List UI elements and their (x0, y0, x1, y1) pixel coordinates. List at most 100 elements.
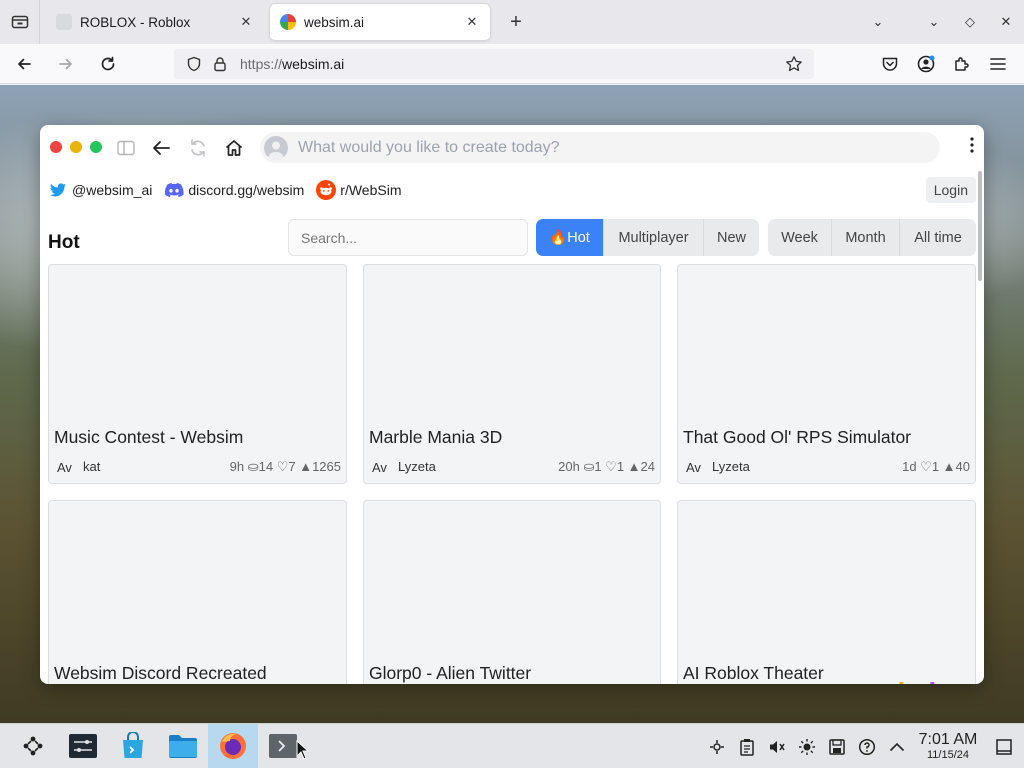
search-input[interactable] (301, 229, 511, 246)
project-card[interactable]: That Good Ol' RPS Simulator Av Lyzeta 1d… (677, 264, 976, 484)
task-firefox[interactable] (208, 723, 258, 768)
tray-volume[interactable] (762, 724, 792, 768)
volume-muted-icon (770, 740, 785, 753)
section-title: Hot (48, 232, 80, 253)
websim-window: @websim_ai discord.gg/websim r/WebSim Lo… (40, 125, 984, 684)
clock[interactable]: 7:01 AM 11/15/24 (912, 732, 984, 761)
new-tab-button[interactable]: + (498, 4, 534, 40)
more-options-icon[interactable] (970, 137, 974, 156)
mouse-cursor-icon (296, 740, 310, 760)
sidebar-toggle-icon[interactable] (114, 136, 138, 160)
tab-overview-button[interactable] (0, 0, 40, 44)
close-tab-icon[interactable]: ✕ (464, 14, 480, 30)
minimize-button[interactable]: ⌄ (916, 4, 952, 40)
application-launcher[interactable] (8, 724, 58, 768)
tab-title: ROBLOX - Roblox (80, 14, 191, 30)
prompt-bar[interactable] (260, 132, 940, 163)
help-icon (858, 738, 876, 755)
app-menu-button[interactable] (980, 48, 1016, 80)
tab-strip: ROBLOX - Roblox ✕ websim.ai ✕ + ⌄ ⌄ ◇ ✕ (0, 0, 1024, 44)
pocket-icon (882, 57, 898, 71)
task-terminal[interactable] (258, 724, 310, 768)
prompt-input[interactable] (298, 138, 898, 157)
bookmark-star-icon[interactable] (782, 52, 806, 76)
close-tab-icon[interactable]: ✕ (238, 14, 254, 30)
project-card[interactable]: AI Roblox Theater websim (677, 500, 976, 684)
author-avatar[interactable]: Av (372, 460, 387, 475)
task-discover[interactable] (108, 724, 158, 768)
close-window-button[interactable]: ✕ (988, 4, 1024, 40)
reload-button[interactable] (90, 48, 126, 80)
author-avatar[interactable]: Av (686, 460, 701, 475)
tray-expand[interactable] (882, 724, 912, 768)
author-name[interactable]: kat (83, 459, 100, 474)
address-bar[interactable]: https://websim.ai (174, 49, 814, 79)
navigation-toolbar: https://websim.ai (0, 44, 1024, 84)
card-title: Websim Discord Recreated (54, 663, 267, 683)
arrow-right-icon (59, 58, 72, 69)
back-button[interactable] (6, 48, 42, 80)
tab-title: websim.ai (304, 14, 365, 30)
tab-month[interactable]: Month (832, 219, 900, 256)
reload-icon (101, 56, 115, 70)
card-title: That Good Ol' RPS Simulator (683, 427, 912, 447)
arrow-left-icon (18, 58, 31, 69)
url-text: https://websim.ai (240, 56, 345, 72)
author-name[interactable]: Lyzeta (712, 459, 750, 474)
extensions-button[interactable] (944, 48, 980, 80)
user-avatar-icon[interactable] (264, 135, 288, 160)
tab-multiplayer[interactable]: Multiplayer (604, 219, 704, 256)
discord-link[interactable]: discord.gg/websim (164, 180, 304, 200)
feed-filter-tabs: 🔥Hot Multiplayer New (536, 219, 759, 256)
lock-icon[interactable] (208, 52, 232, 76)
tab-new[interactable]: New (704, 219, 759, 256)
launcher-icon (23, 736, 43, 756)
project-card[interactable]: Marble Mania 3D Av Lyzeta 20h ⛀1 ♡1 ▲24 (363, 264, 661, 484)
author-name[interactable]: Lyzeta (398, 459, 436, 474)
tab-all-time[interactable]: All time (900, 219, 976, 256)
minimize-dot-icon[interactable] (70, 141, 82, 153)
tray-brightness[interactable] (792, 724, 822, 768)
project-card[interactable]: Glorp0 - Alien Twitter (363, 500, 661, 684)
project-card[interactable]: Music Contest - Websim Av kat 9h ⛀14 ♡7 … (48, 264, 347, 484)
refresh-icon[interactable] (186, 136, 210, 160)
reddit-link-label: r/WebSim (340, 182, 402, 198)
tab-websim[interactable]: websim.ai ✕ (270, 4, 490, 40)
maximize-button[interactable]: ◇ (952, 4, 988, 40)
author-avatar[interactable]: Av (57, 460, 72, 475)
account-icon (917, 55, 935, 73)
home-icon[interactable] (222, 136, 246, 160)
tray-help[interactable] (852, 724, 882, 768)
reddit-link[interactable]: r/WebSim (316, 180, 402, 200)
search-box[interactable] (288, 219, 528, 256)
forward-button[interactable] (48, 48, 84, 80)
tab-hot[interactable]: 🔥Hot (536, 219, 604, 256)
plus-icon: + (510, 10, 522, 33)
project-card[interactable]: Websim Discord Recreated (48, 500, 347, 684)
tray-vaults[interactable] (702, 724, 732, 768)
account-button[interactable] (908, 48, 944, 80)
task-file-manager[interactable] (158, 724, 208, 768)
maximize-dot-icon[interactable] (90, 141, 102, 153)
tab-list-icon (11, 15, 28, 29)
close-dot-icon[interactable] (50, 141, 62, 153)
task-system-settings[interactable] (58, 724, 108, 768)
terminal-icon (269, 734, 297, 758)
twitter-link[interactable]: @websim_ai (48, 180, 152, 200)
list-all-tabs-button[interactable]: ⌄ (860, 4, 896, 40)
twitter-link-label: @websim_ai (72, 182, 153, 198)
tray-clipboard[interactable] (732, 724, 762, 768)
back-arrow-icon[interactable] (149, 136, 173, 160)
tray-storage[interactable] (822, 724, 852, 768)
firefox-icon (220, 733, 246, 759)
tracking-protection-shield-icon[interactable] (182, 52, 206, 76)
show-desktop-button[interactable] (984, 724, 1024, 768)
taskbar: 7:01 AM 11/15/24 (0, 723, 1024, 768)
pocket-button[interactable] (872, 48, 908, 80)
discord-icon (164, 180, 184, 200)
page-scrollbar[interactable] (978, 171, 982, 281)
tab-week[interactable]: Week (768, 219, 832, 256)
login-button[interactable]: Login (925, 177, 976, 203)
tab-roblox[interactable]: ROBLOX - Roblox ✕ (46, 4, 264, 40)
maximize-icon: ◇ (965, 14, 975, 29)
